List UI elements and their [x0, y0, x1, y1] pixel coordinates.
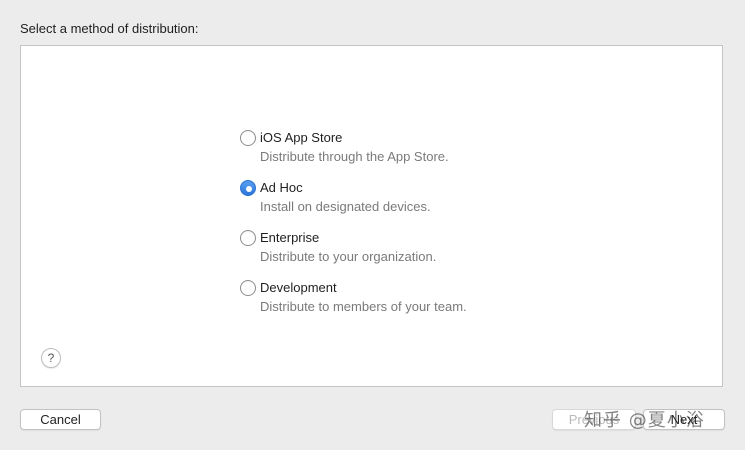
cancel-button[interactable]: Cancel [20, 409, 101, 430]
option-title[interactable]: Development [260, 280, 337, 295]
radio-enterprise[interactable] [240, 230, 256, 246]
distribution-method-heading: Select a method of distribution: [20, 21, 199, 36]
previous-button[interactable]: Previous [552, 409, 636, 430]
option-title[interactable]: Enterprise [260, 230, 319, 245]
radio-development[interactable] [240, 280, 256, 296]
option-title[interactable]: Ad Hoc [260, 180, 303, 195]
option-enterprise[interactable]: Enterprise Distribute to your organizati… [240, 230, 580, 280]
option-description: Install on designated devices. [260, 199, 431, 214]
option-title[interactable]: iOS App Store [260, 130, 342, 145]
option-description: Distribute through the App Store. [260, 149, 449, 164]
help-button[interactable]: ? [41, 348, 61, 368]
radio-ad-hoc[interactable] [240, 180, 256, 196]
radio-ios-app-store[interactable] [240, 130, 256, 146]
option-description: Distribute to your organization. [260, 249, 437, 264]
distribution-options-panel: iOS App Store Distribute through the App… [20, 45, 723, 387]
next-button[interactable]: Next [643, 409, 725, 430]
option-development[interactable]: Development Distribute to members of you… [240, 280, 580, 330]
question-mark-icon: ? [47, 351, 55, 365]
radio-selected-dot [246, 186, 252, 192]
option-ios-app-store[interactable]: iOS App Store Distribute through the App… [240, 130, 580, 180]
option-description: Distribute to members of your team. [260, 299, 467, 314]
distribution-radio-group: iOS App Store Distribute through the App… [240, 130, 580, 330]
option-ad-hoc[interactable]: Ad Hoc Install on designated devices. [240, 180, 580, 230]
